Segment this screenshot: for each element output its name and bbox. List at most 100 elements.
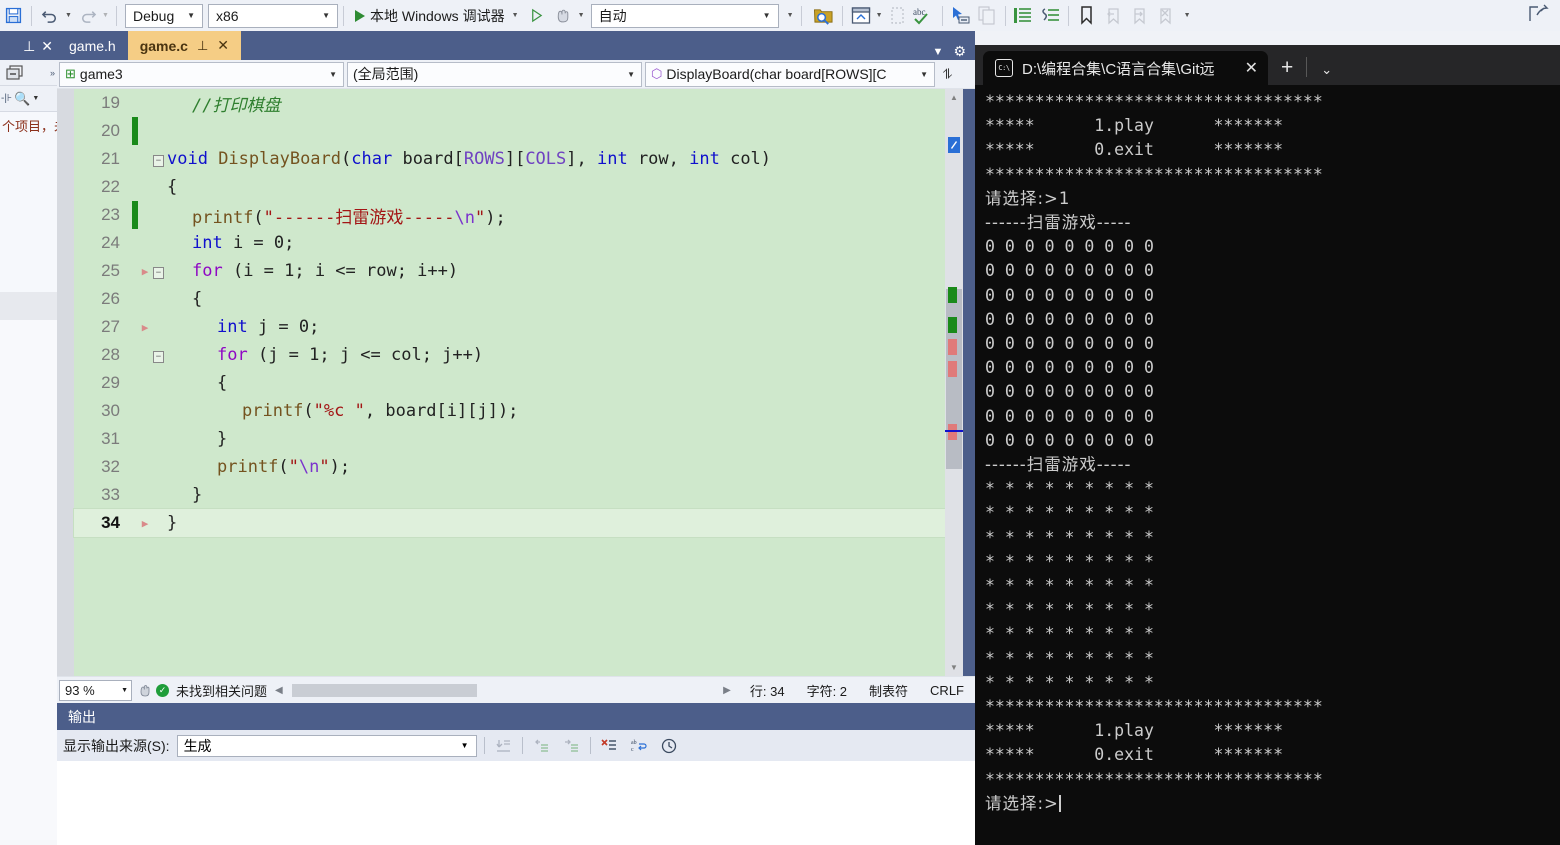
code-line[interactable]: 24 int i = 0; [74,229,945,257]
pin-icon[interactable]: ⊥ [197,38,208,54]
process-combo[interactable]: 自动 ▼ [590,3,779,28]
code-line[interactable]: 25 ▶ − for (i = 1; i <= row; i++) [74,257,945,285]
find-in-files-icon[interactable] [811,4,837,28]
project-combo[interactable]: ⊞ game3 ▼ [59,61,344,87]
solution-explorer-tree[interactable]: 个项目，未 [0,112,57,292]
breakpoint-glyph[interactable]: ▶ [138,517,152,530]
scroll-down-icon[interactable]: ▼ [945,659,963,676]
code-line[interactable]: 23 printf("------扫雷游戏-----\n"); [74,201,945,229]
clear-bookmarks-icon[interactable] [1152,4,1178,28]
toolbar-overflow-icon[interactable]: ▼ [1182,12,1193,19]
close-icon[interactable]: ✕ [1233,58,1258,78]
terminal-tab[interactable]: C:\ D:\编程合集\C语言合集\Git远 ✕ [983,51,1268,85]
comment-icon[interactable] [1011,4,1037,28]
code-line[interactable]: 19 //打印棋盘 [74,89,945,117]
member-combo[interactable]: ⬡ DisplayBoard(char board[ROWS][C ▼ [645,61,935,87]
breakpoint-glyph[interactable]: ▶ [138,321,152,334]
fold-toggle[interactable]: − [152,152,165,167]
fold-toggle[interactable]: − [152,264,165,279]
attach-to-process-icon[interactable] [550,4,576,28]
chevron-down-icon[interactable]: ▼ [182,11,200,20]
start-debugging-button[interactable]: 本地 Windows 调试器 ▼ [349,4,524,28]
chevron-down-icon[interactable]: ▼ [121,687,128,694]
toggle-bookmark-icon[interactable] [1074,4,1100,28]
zoom-level-combo[interactable]: 93 % ▼ [59,679,132,701]
tab-game-c[interactable]: game.c ⊥ ✕ [127,31,242,60]
fold-toggle[interactable]: − [152,348,165,363]
hscroll-track[interactable] [286,683,720,697]
code-line[interactable]: 29 { [74,369,945,397]
scroll-right-icon[interactable]: ▶ [723,685,731,696]
code-line[interactable]: 33} [74,481,945,509]
code-line[interactable]: 28 − for (j = 1; j <= col; j++) [74,341,945,369]
copy-icon[interactable] [974,4,1000,28]
code-line[interactable]: 34 ▶} [73,508,946,538]
code-line[interactable]: 27 ▶ int j = 0; [74,313,945,341]
redo-dropdown-icon[interactable]: ▼ [100,12,111,19]
split-view-icon[interactable]: ⥮ [938,66,957,83]
undo-icon[interactable] [37,4,63,28]
chevron-down-icon[interactable]: ▼ [933,46,944,58]
breakpoint-glyph[interactable]: ▶ [138,265,152,278]
scrollbar-thumb[interactable] [946,289,962,469]
code-lines[interactable]: 19//打印棋盘 20 21− void DisplayBoard(char boar… [73,89,946,676]
scope-combo[interactable]: (全局范围) ▼ [347,61,642,87]
output-panel-content[interactable] [57,761,975,845]
uncomment-icon[interactable] [1037,4,1063,28]
toggle-wordwrap-icon[interactable]: ab c [628,735,651,757]
terminal-content[interactable]: ********************************** ***** … [975,85,1560,845]
chevron-down-icon[interactable]: ▼ [30,95,39,102]
code-line[interactable]: 31} [74,425,945,453]
undo-dropdown-icon[interactable]: ▼ [63,12,74,19]
chevron-down-icon[interactable]: ▼ [914,70,934,79]
pointer-select-icon[interactable] [948,4,974,28]
gear-icon[interactable]: ⚙ [953,43,966,60]
pin-icon[interactable]: ⊥ [23,39,35,53]
chevron-down-icon[interactable]: ▼ [621,70,641,79]
code-line[interactable]: 32 printf("\n"); [74,453,945,481]
collapse-all-icon[interactable] [2,61,28,85]
chevron-down-icon[interactable]: ▼ [456,741,474,750]
spell-check-icon[interactable]: abc [911,4,937,28]
properties-icon[interactable]: -|⊦ [0,93,12,104]
attach-dropdown-icon[interactable]: ▼ [576,12,587,19]
chevron-down-icon[interactable]: ▼ [323,70,343,79]
code-editor[interactable]: 19//打印棋盘 20 21− void DisplayBoard(char boar… [57,89,975,676]
chevron-down-icon[interactable]: ▼ [510,12,521,19]
code-line[interactable]: 26 { [74,285,945,313]
new-window-dropdown-icon[interactable]: ▼ [874,12,885,19]
chevron-down-icon[interactable]: ⌄ [1307,62,1346,85]
process-overflow-icon[interactable]: ▼ [785,12,796,19]
show-timestamps-icon[interactable] [658,735,681,757]
scroll-left-icon[interactable]: ◀ [275,685,283,696]
editor-horizontal-scrollbar[interactable]: ◀ ▶ [267,683,739,697]
chevron-down-icon[interactable]: ▼ [758,11,776,20]
new-tab-button[interactable]: + [1268,56,1306,85]
close-icon[interactable]: ✕ [217,37,229,54]
code-line[interactable]: 21 − void DisplayBoard(char board[ROWS][CO… [74,145,945,173]
new-window-icon[interactable] [848,4,874,28]
chevron-down-icon[interactable]: ▼ [317,11,335,20]
code-line[interactable]: 22 { [74,173,945,201]
next-message-icon[interactable] [560,735,583,757]
solution-explorer-search[interactable]: -|⊦ 🔍 ▼ [0,86,57,112]
code-line[interactable]: 20 [74,117,945,145]
close-icon[interactable]: ✕ [41,39,53,53]
clear-all-icon[interactable] [598,735,621,757]
code-line[interactable]: 30 printf("%c ", board[i][j]); [74,397,945,425]
previous-message-icon[interactable] [530,735,553,757]
share-icon[interactable] [1528,4,1549,28]
intellisense-icon[interactable] [132,683,156,698]
editor-vertical-scrollbar[interactable]: ▲ ▼ [945,89,963,676]
solution-configuration-combo[interactable]: Debug ▼ [125,3,203,28]
previous-bookmark-icon[interactable] [1100,4,1126,28]
go-to-message-icon[interactable] [492,735,515,757]
tab-game-h[interactable]: game.h [57,31,128,60]
redo-icon[interactable] [74,4,100,28]
hscroll-thumb[interactable] [291,683,477,697]
next-bookmark-icon[interactable] [1126,4,1152,28]
scroll-up-icon[interactable]: ▲ [945,89,963,106]
save-all-icon[interactable] [0,4,26,28]
selection-box-icon[interactable] [885,4,911,28]
start-without-debugging-icon[interactable] [524,4,550,28]
